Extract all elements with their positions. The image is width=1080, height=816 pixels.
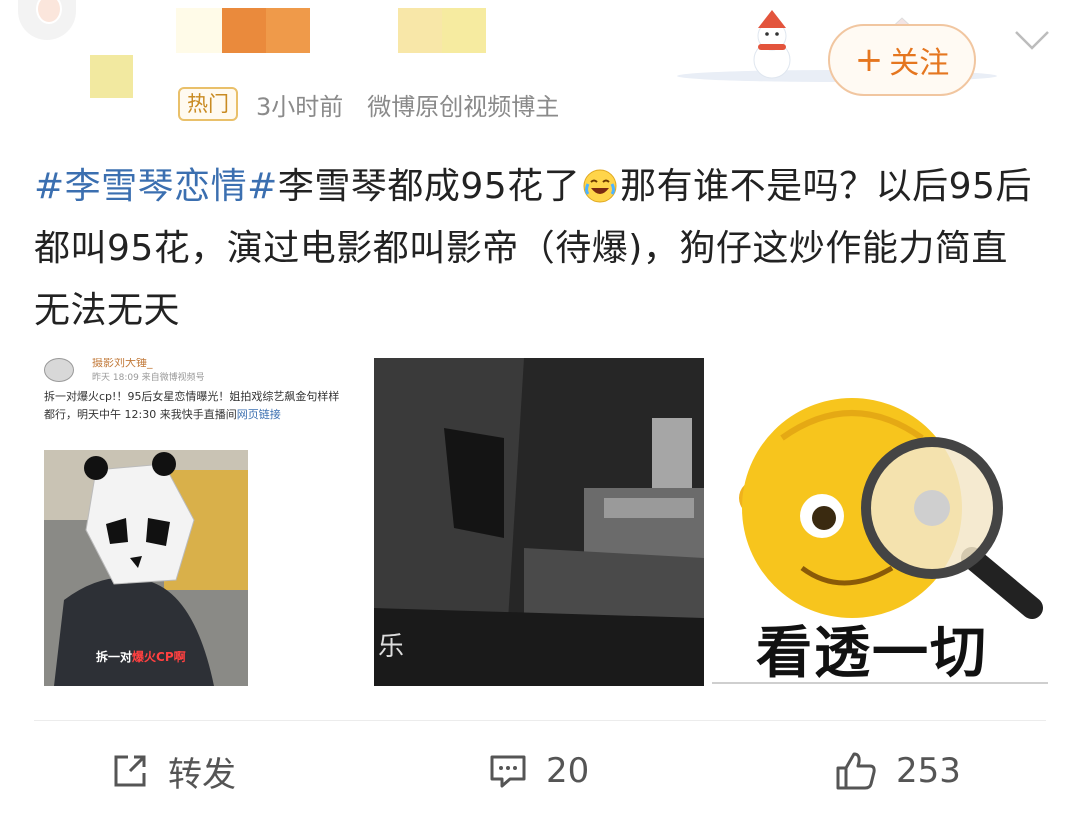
embedded-avatar: [44, 358, 74, 382]
repost-label: 转发: [168, 754, 236, 795]
hashtag-link[interactable]: #李雪琴恋情#: [34, 166, 278, 207]
repost-button[interactable]: 转发: [110, 744, 236, 798]
chevron-down-icon[interactable]: [1012, 28, 1052, 52]
follow-button[interactable]: + 关注: [828, 24, 976, 96]
username-mosaic: [222, 8, 266, 53]
embedded-author: 摄影刘大锤_: [92, 358, 153, 369]
embedded-text: 拆一对爆火cp!！95后女星恋情曝光！姐拍戏综艺飙金句样样都行，明天中午 12:…: [44, 390, 340, 421]
video-caption: 拆一对爆火CP啊: [96, 650, 186, 664]
post-text: #李雪琴恋情#李雪琴都成95花了 那有谁不是吗？以后95后都叫95花，演过电影都…: [34, 156, 1044, 342]
divider: [34, 720, 1046, 721]
avatar[interactable]: [18, 0, 76, 40]
image-caption: 看透一切: [756, 621, 988, 686]
image-1[interactable]: 摄影刘大锤_ 昨天 18:09 来自微博视频号 拆一对爆火cp!！95后女星恋情…: [34, 358, 356, 686]
divider: [712, 682, 1048, 684]
username-mosaic: [176, 8, 222, 53]
username-mosaic: [266, 8, 310, 53]
post-source: 微博原创视频博主: [367, 92, 560, 121]
like-count: 253: [896, 751, 961, 791]
embedded-time: 昨天 18:09 来自微博视频号: [92, 373, 205, 383]
post-time: 3小时前: [256, 92, 344, 121]
comment-button[interactable]: 20: [488, 744, 589, 798]
image-overlay-text: 乐: [378, 632, 405, 662]
like-icon: [836, 752, 876, 790]
like-button[interactable]: 253: [834, 744, 961, 798]
laughing-emoji-icon: [583, 169, 617, 203]
post-text-part1: 李雪琴都成95花了: [277, 166, 581, 207]
hot-badge: 热门: [178, 87, 238, 121]
comment-icon: [490, 755, 526, 788]
repost-icon: [114, 755, 146, 787]
post-meta: 热门 3小时前 微博原创视频博主: [178, 86, 559, 122]
image-3[interactable]: 看透一切: [712, 358, 1048, 686]
night-car-photo: [374, 358, 704, 686]
badge-mosaic: [90, 55, 133, 98]
image-2[interactable]: 乐: [374, 358, 704, 686]
embedded-link: 网页链接: [236, 408, 281, 421]
comment-count: 20: [546, 751, 590, 791]
username-mosaic: [398, 8, 442, 53]
embedded-post-header: 摄影刘大锤_ 昨天 18:09 来自微博视频号 拆一对爆火cp!！95后女星恋情…: [42, 358, 352, 448]
username-mosaic: [442, 8, 486, 53]
